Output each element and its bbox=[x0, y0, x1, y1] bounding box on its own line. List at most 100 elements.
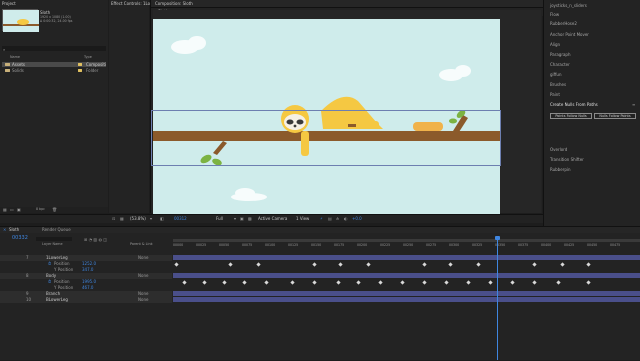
panel-item[interactable]: Paragraph bbox=[550, 53, 571, 57]
property-value[interactable]: 467.0 bbox=[82, 286, 93, 290]
keyframe[interactable] bbox=[312, 261, 317, 267]
layer-bar[interactable] bbox=[173, 297, 640, 302]
work-area-bar[interactable] bbox=[173, 239, 640, 242]
exposure-value[interactable]: +0.0 bbox=[352, 217, 362, 221]
keyframe[interactable] bbox=[448, 261, 453, 267]
frame-blend-icon[interactable]: ▥ bbox=[93, 237, 97, 242]
zoom-select[interactable]: (53.8%) bbox=[130, 217, 146, 221]
property-value[interactable]: 1252.0 bbox=[82, 262, 96, 266]
keyframe[interactable] bbox=[378, 279, 383, 285]
timeline-toggle-icon[interactable]: ▤ bbox=[328, 217, 332, 221]
keyframe[interactable] bbox=[264, 279, 269, 285]
composition-tab[interactable]: Composition: Sloth bbox=[155, 2, 193, 6]
project-item[interactable]: Solids Folder bbox=[2, 68, 106, 73]
playhead-handle[interactable] bbox=[495, 236, 500, 240]
always-preview-icon[interactable]: ⊡ bbox=[112, 217, 115, 221]
keyframe[interactable] bbox=[174, 261, 179, 267]
panel-item[interactable]: Align bbox=[550, 43, 560, 47]
panel-item[interactable]: Character bbox=[550, 63, 570, 67]
keyframe[interactable] bbox=[466, 279, 471, 285]
keyframe[interactable] bbox=[338, 261, 343, 267]
panel-item[interactable]: Rubberpin bbox=[550, 168, 571, 172]
timeline-tracks[interactable]: 00000 00025 00050 00075 00100 00125 0015… bbox=[173, 239, 640, 361]
keyframe[interactable] bbox=[182, 279, 187, 285]
parent-select[interactable]: None bbox=[138, 298, 148, 302]
panel-item[interactable]: Brushes bbox=[550, 83, 566, 87]
new-folder-icon[interactable]: ▭ bbox=[10, 207, 14, 212]
panel-item[interactable]: Anchor Point Mover bbox=[550, 33, 589, 37]
quality-select[interactable]: Full bbox=[216, 217, 223, 221]
transparency-grid-icon[interactable]: ▩ bbox=[248, 217, 252, 221]
timeline-timecode[interactable]: 00332 bbox=[12, 236, 28, 241]
keyframe[interactable] bbox=[586, 279, 591, 285]
timeline-tab-sloth[interactable]: Sloth bbox=[9, 228, 19, 232]
keyframe[interactable] bbox=[400, 279, 405, 285]
points-follow-nulls-button[interactable]: Points Follow Nulls bbox=[550, 113, 592, 119]
region-icon[interactable]: ▣ bbox=[240, 217, 244, 221]
keyframe[interactable] bbox=[586, 261, 591, 267]
col-parent[interactable]: Parent & Link bbox=[130, 242, 153, 246]
panel-item[interactable]: RubberHose2 bbox=[550, 22, 577, 26]
col-layer-name[interactable]: Layer Name bbox=[42, 242, 63, 246]
exposure-icon[interactable]: ◐ bbox=[344, 217, 348, 221]
project-item[interactable]: Assets Compositi bbox=[2, 62, 106, 67]
keyframe[interactable] bbox=[422, 261, 427, 267]
layer-row[interactable]: 10 BLowerLeg None bbox=[0, 297, 172, 303]
keyframe[interactable] bbox=[228, 261, 233, 267]
panel-item[interactable]: Flow bbox=[550, 13, 559, 17]
keyframe[interactable] bbox=[422, 279, 427, 285]
keyframe[interactable] bbox=[312, 279, 317, 285]
interpret-footage-icon[interactable]: ▦ bbox=[3, 207, 7, 212]
keyframe[interactable] bbox=[356, 279, 361, 285]
fast-previews-icon[interactable]: ⚡ bbox=[320, 217, 323, 221]
snapshot-icon[interactable]: ◧ bbox=[160, 217, 164, 221]
motion-blur-icon[interactable]: ◍ bbox=[98, 237, 102, 242]
keyframe[interactable] bbox=[222, 279, 227, 285]
project-tab[interactable]: Project bbox=[2, 2, 16, 6]
close-icon[interactable]: × bbox=[3, 228, 6, 232]
label-swatch[interactable] bbox=[78, 63, 82, 66]
panel-item[interactable]: giffun bbox=[550, 73, 561, 77]
col-name[interactable]: Name bbox=[10, 55, 20, 59]
keyframe[interactable] bbox=[556, 279, 561, 285]
project-search-input[interactable]: ⌕ bbox=[2, 46, 106, 52]
render-queue-tab[interactable]: Render Queue bbox=[42, 228, 71, 232]
panel-item[interactable]: Paint bbox=[550, 93, 560, 97]
graph-editor-icon[interactable]: ◫ bbox=[103, 237, 107, 242]
grid-icon[interactable]: ▦ bbox=[120, 217, 124, 221]
camera-select[interactable]: Active Camera bbox=[258, 217, 287, 221]
stopwatch-icon[interactable]: ⏱ bbox=[48, 262, 51, 266]
parent-select[interactable]: None bbox=[138, 274, 148, 278]
keyframe[interactable] bbox=[336, 279, 341, 285]
panel-menu-icon[interactable]: ≡ bbox=[632, 103, 635, 107]
draft-3d-icon[interactable]: ⊞ bbox=[84, 237, 87, 242]
label-swatch[interactable] bbox=[78, 69, 82, 72]
trash-icon[interactable]: 🗑 bbox=[52, 207, 57, 212]
timeline-search-input[interactable] bbox=[36, 237, 72, 241]
new-composition-icon[interactable]: ▣ bbox=[17, 207, 21, 212]
keyframe[interactable] bbox=[290, 279, 295, 285]
panel-item[interactable]: Overlord bbox=[550, 148, 567, 152]
panel-item[interactable]: joysticks_n_sliders bbox=[550, 4, 587, 8]
panel-item[interactable]: Transition Shifter bbox=[550, 158, 584, 162]
keyframe[interactable] bbox=[202, 279, 207, 285]
property-value[interactable]: 347.0 bbox=[82, 268, 93, 272]
keyframe[interactable] bbox=[488, 279, 493, 285]
keyframe[interactable] bbox=[510, 279, 515, 285]
parent-select[interactable]: None bbox=[138, 292, 148, 296]
col-type[interactable]: Type bbox=[84, 55, 92, 59]
nulls-follow-points-button[interactable]: Nulls Follow Points bbox=[594, 113, 636, 119]
layer-bar[interactable] bbox=[173, 291, 640, 296]
time-ruler[interactable]: 00000 00025 00050 00075 00100 00125 0015… bbox=[173, 243, 640, 248]
layer-bar[interactable] bbox=[173, 273, 640, 278]
keyframe[interactable] bbox=[532, 261, 537, 267]
layer-bar[interactable] bbox=[173, 255, 640, 260]
stopwatch-icon[interactable]: ⏱ bbox=[48, 280, 51, 284]
playhead[interactable] bbox=[497, 236, 498, 360]
property-value[interactable]: 1995.0 bbox=[82, 280, 96, 284]
keyframe[interactable] bbox=[256, 261, 261, 267]
keyframe[interactable] bbox=[366, 261, 371, 267]
keyframe[interactable] bbox=[476, 261, 481, 267]
views-select[interactable]: 1 View bbox=[296, 217, 309, 221]
keyframe[interactable] bbox=[444, 279, 449, 285]
